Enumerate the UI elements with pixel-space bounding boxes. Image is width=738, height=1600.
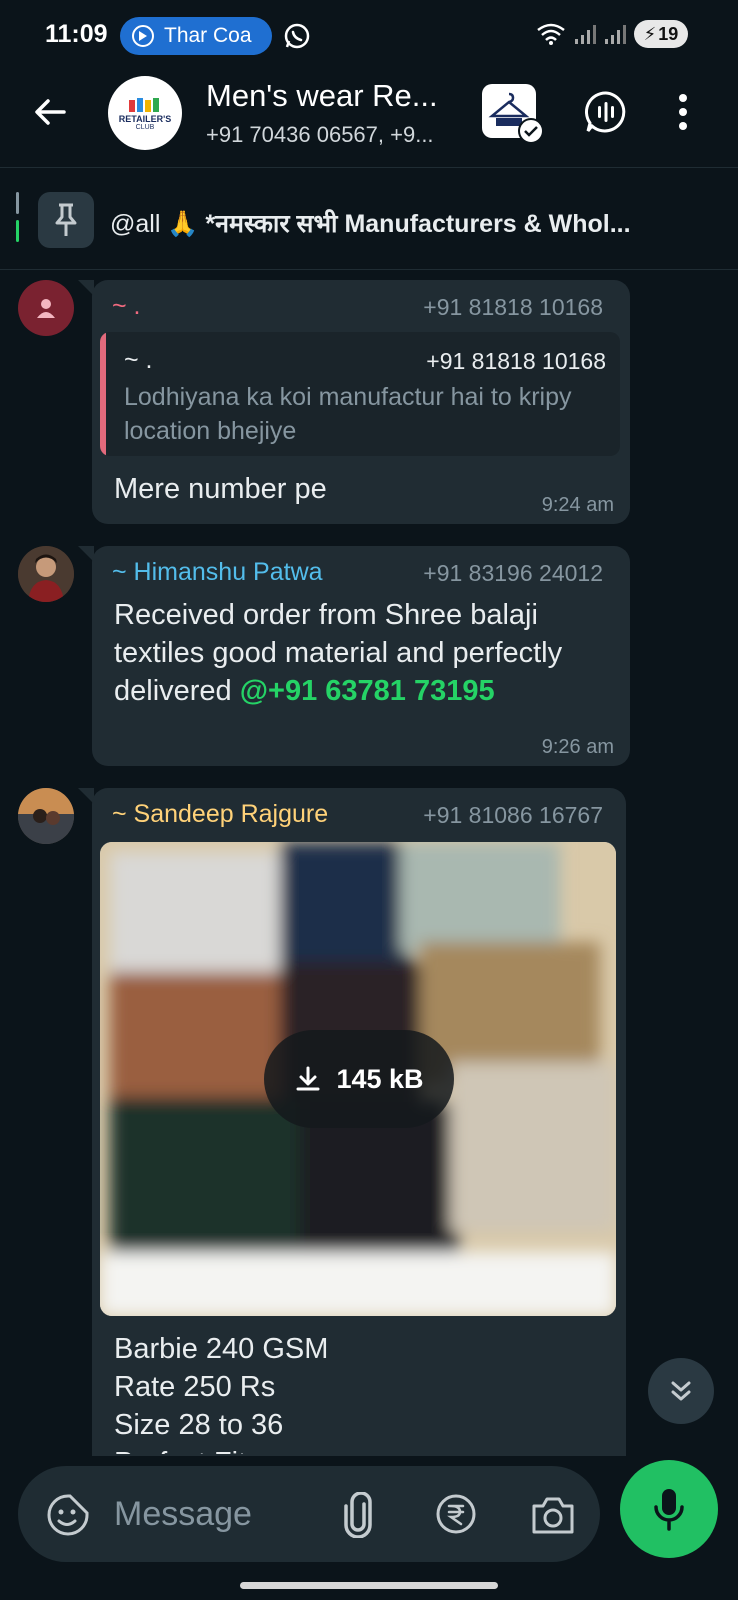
message-phone: +91 81086 16767 [423, 802, 603, 828]
status-bar: 11:09 Thar Coa ⚡ 19 [0, 0, 738, 72]
sticker-icon[interactable] [46, 1493, 90, 1537]
download-icon [296, 1066, 320, 1091]
download-button[interactable]: 145 kB [264, 1030, 454, 1128]
paperclip-icon[interactable] [340, 1492, 376, 1538]
community-check-icon [518, 118, 544, 144]
more-options-icon[interactable] [676, 92, 690, 132]
play-icon [132, 25, 154, 47]
wifi-icon [537, 23, 565, 45]
back-arrow-icon[interactable] [30, 92, 70, 132]
voice-record-button[interactable] [620, 1460, 718, 1558]
signal-icon-1 [575, 25, 596, 44]
charging-icon: ⚡ [643, 23, 657, 44]
message-input[interactable] [114, 1490, 314, 1538]
group-avatar[interactable]: RETAILER'S CLUB [108, 76, 182, 150]
live-activity-label: Thar Coa [164, 24, 252, 47]
community-icon[interactable] [482, 84, 544, 144]
hanger-logo-icon [129, 98, 159, 112]
pinned-message-text: @all 🙏 *नमस्कार सभी Manufacturers & Whol… [110, 210, 631, 238]
quote-sender: ~ . [124, 346, 153, 374]
clock: 11:09 [45, 20, 108, 48]
person-icon [37, 299, 55, 318]
message-phone: +91 83196 24012 [423, 560, 603, 586]
camera-icon[interactable] [530, 1494, 576, 1536]
quote-accent-bar [100, 332, 106, 456]
profile-photo [18, 546, 74, 602]
signal-icon-2 [605, 25, 626, 44]
download-size: 145 kB [336, 1063, 424, 1094]
battery-indicator: ⚡ 19 [634, 20, 688, 48]
chat-header: RETAILER'S CLUB Men's wear Re... +91 704… [0, 72, 738, 168]
message-sender[interactable]: ~ Himanshu Patwa [112, 558, 323, 587]
sender-avatar[interactable] [18, 546, 74, 602]
profile-photo [18, 788, 74, 844]
message-text: Barbie 240 GSM Rate 250 Rs Size 28 to 36… [114, 1333, 329, 1454]
quote-text: Lodhiyana ka koi manufactur hai to kripy… [124, 383, 572, 445]
message-sender[interactable]: ~ . [112, 292, 141, 321]
message-text: Received order from Shree balaji textile… [114, 599, 563, 707]
quoted-message[interactable]: ~ . +91 81818 10168 Lodhiyana ka koi man… [100, 332, 620, 456]
group-members[interactable]: +91 70436 06567, +9... [206, 122, 434, 148]
home-indicator [240, 1582, 498, 1589]
message-text: Mere number pe [114, 473, 327, 505]
voice-chat-icon[interactable] [584, 90, 628, 134]
group-name[interactable]: Men's wear Re... [206, 78, 438, 114]
quote-phone: +91 81818 10168 [426, 348, 606, 374]
microphone-icon [654, 1489, 684, 1531]
message-composer [18, 1466, 600, 1562]
system-icons: ⚡ 19 [536, 20, 688, 48]
mention-link[interactable]: @+91 63781 73195 [240, 675, 495, 707]
live-activity-pill[interactable]: Thar Coa [120, 17, 272, 55]
sender-avatar[interactable] [18, 280, 74, 336]
double-chevron-down-icon [671, 1381, 691, 1401]
sender-avatar[interactable] [18, 788, 74, 844]
pinned-message-bar[interactable]: @all 🙏 *नमस्कार सभी Manufacturers & Whol… [0, 170, 738, 270]
avatar-logo-subtext: CLUB [135, 124, 155, 131]
scroll-to-bottom-button[interactable] [648, 1358, 714, 1424]
pin-icon [38, 192, 94, 248]
rupee-payment-icon[interactable] [434, 1492, 478, 1536]
message-phone: +91 81818 10168 [423, 294, 603, 320]
battery-level: 19 [658, 23, 679, 44]
message-time: 9:26 am [541, 736, 614, 758]
message-time: 9:24 am [541, 494, 614, 516]
pin-indicator [16, 192, 20, 244]
whatsapp-icon [284, 23, 310, 49]
avatar-logo-text: RETAILER'S [118, 114, 172, 124]
message-sender[interactable]: ~ Sandeep Rajgure [112, 800, 328, 829]
